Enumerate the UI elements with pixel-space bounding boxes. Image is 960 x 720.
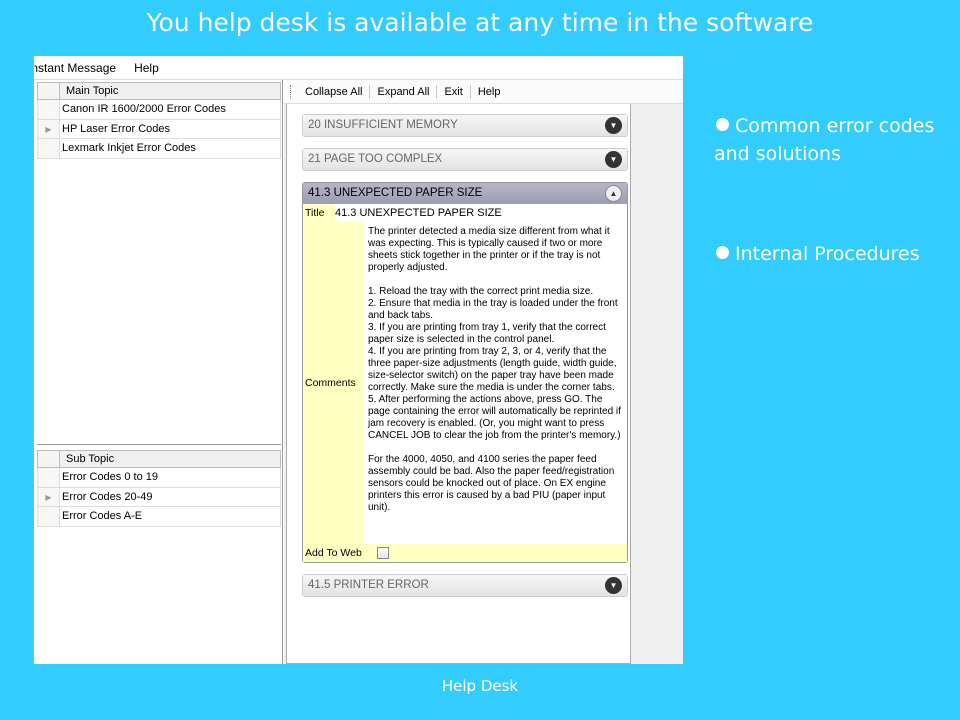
bullet-item: Common error codes and solutions bbox=[714, 115, 935, 165]
table-row[interactable]: Lexmark Inkjet Error Codes bbox=[37, 139, 281, 159]
expand-chevron-icon[interactable]: ▼ bbox=[605, 117, 622, 134]
table-cell[interactable]: Canon IR 1600/2000 Error Codes bbox=[60, 100, 226, 119]
sub-topic-grid: Sub Topic Error Codes 0 to 19 ▶ Error Co… bbox=[37, 450, 281, 527]
table-row[interactable]: ▶ Error Codes 20-49 bbox=[37, 487, 281, 507]
group-header[interactable]: 41.5 PRINTER ERROR ▼ bbox=[303, 575, 627, 596]
row-pointer-icon[interactable]: ▶ bbox=[38, 119, 60, 138]
group-header[interactable]: 41.3 UNEXPECTED PAPER SIZE ▲ bbox=[303, 183, 627, 204]
comments-text[interactable]: The printer detected a media size differ… bbox=[363, 222, 627, 544]
table-cell[interactable]: Error Codes 0 to 19 bbox=[60, 468, 158, 487]
bullet-dot-icon bbox=[716, 246, 729, 259]
grid-header: Sub Topic bbox=[37, 450, 281, 468]
main-topic-grid: Main Topic Canon IR 1600/2000 Error Code… bbox=[37, 82, 281, 159]
group-header[interactable]: 20 INSUFFICIENT MEMORY ▼ bbox=[303, 115, 627, 136]
table-cell[interactable]: HP Laser Error Codes bbox=[60, 120, 170, 139]
menu-help[interactable]: Help bbox=[134, 61, 169, 75]
table-row[interactable]: Error Codes A-E bbox=[37, 507, 281, 527]
title-value[interactable]: 41.3 UNEXPECTED PAPER SIZE bbox=[335, 207, 502, 219]
row-selector-header bbox=[38, 451, 60, 467]
row-selector[interactable] bbox=[38, 507, 60, 526]
error-list-panel: 20 INSUFFICIENT MEMORY ▼ 21 PAGE TOO COM… bbox=[286, 104, 631, 664]
grid-header: Main Topic bbox=[37, 82, 281, 100]
title-label: Title bbox=[303, 204, 335, 222]
error-group[interactable]: 41.5 PRINTER ERROR ▼ bbox=[302, 574, 628, 597]
row-pointer-icon[interactable]: ▶ bbox=[38, 487, 60, 506]
comments-row: Comments The printer detected a media si… bbox=[303, 222, 627, 544]
table-row[interactable]: ▶ HP Laser Error Codes bbox=[37, 119, 281, 139]
exit-button[interactable]: Exit bbox=[437, 84, 471, 99]
bullet-dot-icon bbox=[716, 118, 729, 131]
topic-pane: Main Topic Canon IR 1600/2000 Error Code… bbox=[34, 80, 283, 664]
column-header-main-topic[interactable]: Main Topic bbox=[60, 83, 118, 99]
add-to-web-label: Add To Web bbox=[305, 547, 362, 559]
column-header-sub-topic[interactable]: Sub Topic bbox=[60, 451, 114, 467]
expand-all-button[interactable]: Expand All bbox=[370, 84, 438, 99]
collapse-all-button[interactable]: Collapse All bbox=[298, 84, 371, 99]
expand-chevron-icon[interactable]: ▼ bbox=[605, 151, 622, 168]
menu-instant-message[interactable]: Instant Message bbox=[34, 61, 126, 75]
scroll-area[interactable] bbox=[631, 104, 682, 664]
detail-pane: Collapse All Expand All Exit Help 20 INS… bbox=[284, 80, 683, 664]
slide-title: You help desk is available at any time i… bbox=[146, 8, 814, 37]
comments-label: Comments bbox=[303, 222, 363, 544]
table-cell[interactable]: Error Codes A-E bbox=[60, 507, 142, 526]
title-row: Title 41.3 UNEXPECTED PAPER SIZE bbox=[303, 204, 627, 222]
row-selector-header bbox=[38, 83, 60, 99]
collapse-chevron-icon[interactable]: ▲ bbox=[605, 185, 622, 202]
slide-caption: Help Desk bbox=[441, 677, 519, 695]
table-cell[interactable]: Error Codes 20-49 bbox=[60, 488, 153, 507]
error-detail: Title 41.3 UNEXPECTED PAPER SIZE Comment… bbox=[303, 204, 627, 562]
help-button[interactable]: Help bbox=[471, 85, 508, 99]
error-group[interactable]: 21 PAGE TOO COMPLEX ▼ bbox=[302, 148, 628, 171]
group-header[interactable]: 21 PAGE TOO COMPLEX ▼ bbox=[303, 149, 627, 170]
help-desk-window: Instant Message Help Main Topic Canon IR… bbox=[33, 56, 683, 664]
toolbar-grip-icon[interactable] bbox=[290, 84, 292, 99]
expand-chevron-icon[interactable]: ▼ bbox=[605, 577, 622, 594]
row-selector[interactable] bbox=[38, 468, 60, 487]
table-row[interactable]: Error Codes 0 to 19 bbox=[37, 468, 281, 488]
table-cell[interactable]: Lexmark Inkjet Error Codes bbox=[60, 139, 196, 158]
error-group-expanded[interactable]: 41.3 UNEXPECTED PAPER SIZE ▲ Title 41.3 … bbox=[302, 182, 628, 563]
bullet-item: Internal Procedures bbox=[714, 240, 954, 268]
add-to-web-checkbox[interactable] bbox=[377, 547, 389, 559]
add-to-web-row: Add To Web bbox=[303, 544, 627, 562]
menu-bar: Instant Message Help bbox=[34, 56, 683, 80]
row-selector[interactable] bbox=[38, 100, 60, 119]
table-row[interactable]: Canon IR 1600/2000 Error Codes bbox=[37, 100, 281, 120]
error-group[interactable]: 20 INSUFFICIENT MEMORY ▼ bbox=[302, 114, 628, 137]
row-selector[interactable] bbox=[38, 139, 60, 158]
toolbar: Collapse All Expand All Exit Help bbox=[284, 80, 683, 104]
